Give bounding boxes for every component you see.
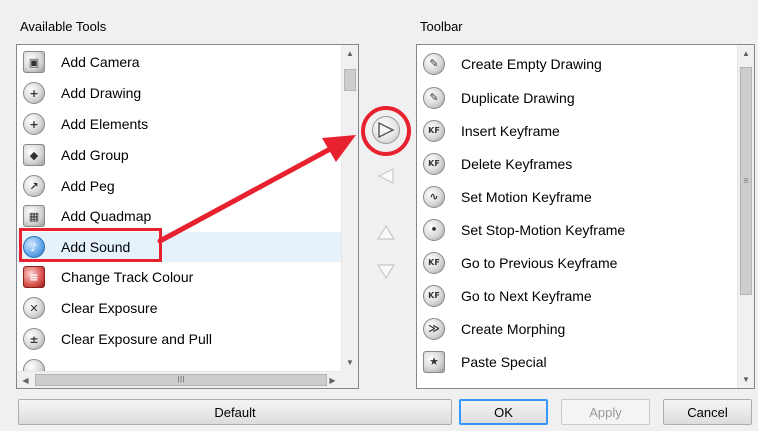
list-item[interactable]: ↗ Add Peg (17, 171, 341, 201)
list-item[interactable]: ▦ Add Quadmap (17, 201, 341, 231)
list-item-label: Create Morphing (461, 320, 566, 337)
list-item-label: Create Empty Drawing (461, 55, 602, 72)
list-item[interactable]: ∿ Set Motion Keyframe (417, 180, 737, 213)
arrow-left-icon (377, 168, 394, 184)
grip-icon: ≡ (743, 175, 749, 186)
list-item[interactable]: KF Go to Next Keyframe (417, 279, 737, 312)
toolbar-vscrollbar[interactable]: ▲ ≡ ▼ (737, 45, 754, 388)
scroll-right-arrow-icon[interactable]: ▶ (324, 372, 341, 388)
available-tools-hscrollbar[interactable]: ◀ III ▶ (17, 371, 341, 388)
peg-icon: ↗ (23, 175, 45, 197)
list-item[interactable]: ✎ Duplicate Drawing (417, 81, 737, 114)
list-item-label: Add Quadmap (61, 208, 152, 224)
plus-icon: + (23, 82, 45, 104)
ok-button[interactable]: OK (459, 399, 548, 425)
create-empty-drawing-icon: ✎ (423, 52, 445, 75)
scroll-corner (341, 371, 358, 388)
quadmap-icon: ▦ (23, 205, 45, 227)
list-item[interactable]: ≡ Change Track Colour (17, 262, 341, 292)
list-item-label: Add Elements (61, 116, 149, 132)
next-keyframe-icon: KF (423, 284, 445, 307)
scroll-thumb[interactable]: ≡ (740, 67, 752, 295)
delete-keyframe-icon: KF (423, 152, 445, 175)
plus-icon: + (23, 113, 45, 135)
available-tools-list[interactable]: ▣ Add Camera + Add Drawing + Add Element… (16, 44, 359, 389)
list-item[interactable]: + Add Drawing (17, 78, 341, 108)
list-item-label: Set Stop-Motion Keyframe (461, 221, 626, 238)
list-item-label: Add Peg (61, 178, 115, 194)
arrow-right-icon (378, 122, 395, 138)
previous-keyframe-icon: KF (423, 251, 445, 274)
scroll-down-arrow-icon[interactable]: ▼ (738, 371, 754, 388)
list-item[interactable]: ★ Paste Special (417, 345, 737, 378)
list-item[interactable]: ◆ Add Group (17, 140, 341, 170)
list-item-label: Clear Exposure and Pull (61, 331, 212, 347)
list-item-label: Delete Keyframes (461, 155, 573, 172)
list-item-label: Go to Previous Keyframe (461, 254, 618, 271)
scroll-up-arrow-icon[interactable]: ▲ (738, 45, 754, 62)
list-item[interactable]: ≫ Create Morphing (417, 312, 737, 345)
apply-button[interactable]: Apply (561, 399, 650, 425)
list-item[interactable]: KF Delete Keyframes (417, 147, 737, 180)
list-item[interactable]: • Set Stop-Motion Keyframe (417, 213, 737, 246)
available-tools-label: Available Tools (20, 19, 107, 34)
morphing-icon: ≫ (423, 317, 445, 340)
camera-icon: ▣ (23, 51, 45, 73)
scroll-down-arrow-icon[interactable]: ▼ (342, 354, 358, 371)
toolbar-label: Toolbar (420, 19, 463, 34)
list-item-label: Go to Next Keyframe (461, 287, 592, 304)
motion-keyframe-icon: ∿ (423, 185, 445, 208)
add-to-toolbar-button[interactable] (372, 116, 400, 144)
list-item[interactable]: KF Go to Previous Keyframe (417, 246, 737, 279)
move-up-button[interactable] (372, 218, 400, 246)
list-item[interactable]: KF Insert Keyframe (417, 114, 737, 147)
list-item-label: Insert Keyframe (461, 122, 560, 139)
scroll-thumb[interactable] (344, 69, 356, 91)
list-item-label: Add Drawing (61, 85, 142, 101)
list-item-label: Change Track Colour (61, 269, 194, 285)
list-item-partial[interactable] (17, 355, 341, 371)
list-item-label: Paste Special (461, 353, 547, 370)
insert-keyframe-icon: KF (423, 119, 445, 142)
toolbar-list[interactable]: ✎ Create Empty Drawing ✎ Duplicate Drawi… (416, 44, 755, 389)
horizontal-scroll-thumb[interactable]: III (35, 374, 327, 386)
partial-item-icon (23, 359, 45, 371)
clear-exposure-pull-icon: ± (23, 328, 45, 350)
list-item-label: Clear Exposure (61, 300, 158, 316)
sound-icon: ♪ (23, 236, 45, 258)
group-icon: ◆ (23, 144, 45, 166)
default-button[interactable]: Default (18, 399, 452, 425)
scroll-up-arrow-icon[interactable]: ▲ (342, 45, 358, 62)
list-item-label: Set Motion Keyframe (461, 188, 592, 205)
clear-exposure-icon: ✕ (23, 297, 45, 319)
arrow-down-icon (377, 264, 395, 280)
grip-icon: III (177, 374, 185, 385)
list-item-label: Add Sound (61, 239, 131, 255)
available-tools-vscrollbar[interactable]: ▲ ▼ (341, 45, 358, 371)
list-item-label: Duplicate Drawing (461, 89, 575, 106)
list-item[interactable]: ▣ Add Camera (17, 47, 341, 77)
move-down-button[interactable] (372, 258, 400, 286)
duplicate-drawing-icon: ✎ (423, 86, 445, 109)
available-tools-rows: ▣ Add Camera + Add Drawing + Add Element… (17, 45, 341, 371)
arrow-up-icon (377, 224, 395, 240)
list-item-label: Add Camera (61, 54, 140, 70)
list-item[interactable]: ± Clear Exposure and Pull (17, 324, 341, 354)
toolbar-rows: ✎ Create Empty Drawing ✎ Duplicate Drawi… (417, 45, 737, 388)
list-item-label: Add Group (61, 147, 129, 163)
list-item[interactable]: ✕ Clear Exposure (17, 293, 341, 323)
stop-motion-keyframe-icon: • (423, 218, 445, 241)
track-colour-icon: ≡ (23, 266, 45, 288)
cancel-button[interactable]: Cancel (663, 399, 752, 425)
remove-from-toolbar-button[interactable] (372, 162, 400, 190)
scroll-left-arrow-icon[interactable]: ◀ (17, 372, 34, 388)
list-item[interactable]: + Add Elements (17, 109, 341, 139)
list-item[interactable]: ✎ Create Empty Drawing (417, 47, 737, 80)
paste-special-icon: ★ (423, 350, 445, 373)
list-item-selected[interactable]: ♪ Add Sound (17, 232, 341, 262)
